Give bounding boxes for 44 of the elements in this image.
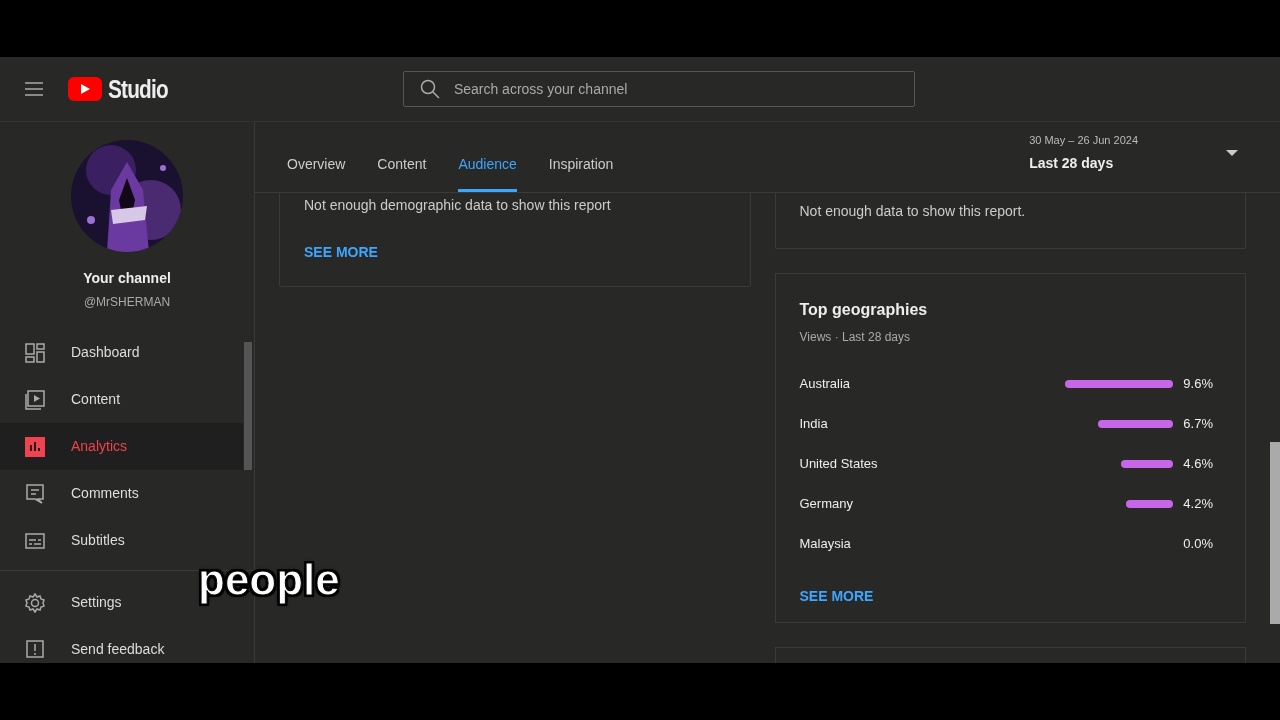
logo-icon — [68, 77, 102, 101]
sidebar-item[interactable]: Comments — [0, 470, 243, 517]
see-more-link[interactable]: SEE MORE — [799, 586, 874, 607]
date-range-dropdown[interactable]: 30 May – 26 Jun 2024 Last 28 days — [1029, 132, 1238, 174]
country-name: India — [799, 415, 828, 434]
settings-icon — [25, 592, 45, 613]
search-icon — [419, 79, 440, 99]
bar — [1121, 460, 1173, 468]
percentage: 0.0% — [1182, 535, 1213, 554]
play-icon — [25, 389, 45, 410]
channel-title[interactable]: Your channel — [83, 268, 171, 289]
tab[interactable]: Inspiration — [548, 154, 614, 192]
percentage: 4.6% — [1182, 455, 1213, 474]
country-name: Germany — [799, 495, 853, 514]
sidebar-item[interactable]: Send feedback — [0, 626, 243, 663]
tab[interactable]: Content — [377, 154, 427, 192]
scrollbar[interactable] — [244, 342, 252, 470]
menu-icon[interactable] — [24, 81, 44, 97]
scrollbar[interactable] — [1270, 442, 1280, 624]
percentage: 9.6% — [1182, 375, 1213, 394]
logo-text: Studio — [108, 72, 168, 106]
see-more-link[interactable]: SEE MORE — [304, 242, 378, 263]
bar-chart-icon — [25, 436, 45, 457]
country-name: Australia — [799, 375, 851, 394]
percentage: 4.2% — [1182, 495, 1213, 514]
search-field[interactable]: Search across your channel — [402, 71, 915, 107]
sidebar-item[interactable]: Dashboard — [0, 329, 243, 376]
country-name: United States — [799, 455, 878, 474]
card-title: Top geographies — [799, 300, 929, 320]
feedback-icon — [25, 639, 45, 660]
comment-icon — [25, 483, 45, 504]
empty-message: Not enough demographic data to show this report — [304, 196, 612, 215]
dashboard-icon — [25, 342, 45, 363]
sidebar-item[interactable]: Content — [0, 376, 243, 423]
subtitles-icon — [25, 530, 45, 551]
bar — [1125, 500, 1173, 508]
sidebar-item[interactable]: Analytics — [0, 423, 243, 470]
card-subtitle: Views · Last 28 days — [799, 329, 911, 346]
caret-icon — [1226, 150, 1238, 156]
channel-handle: @MrSHERMAN — [83, 294, 171, 311]
tab[interactable]: Overview — [287, 154, 346, 192]
country-name: Malaysia — [799, 535, 851, 554]
percentage: 6.7% — [1182, 415, 1213, 434]
empty-message: Not enough data to show this report. — [799, 202, 1027, 221]
